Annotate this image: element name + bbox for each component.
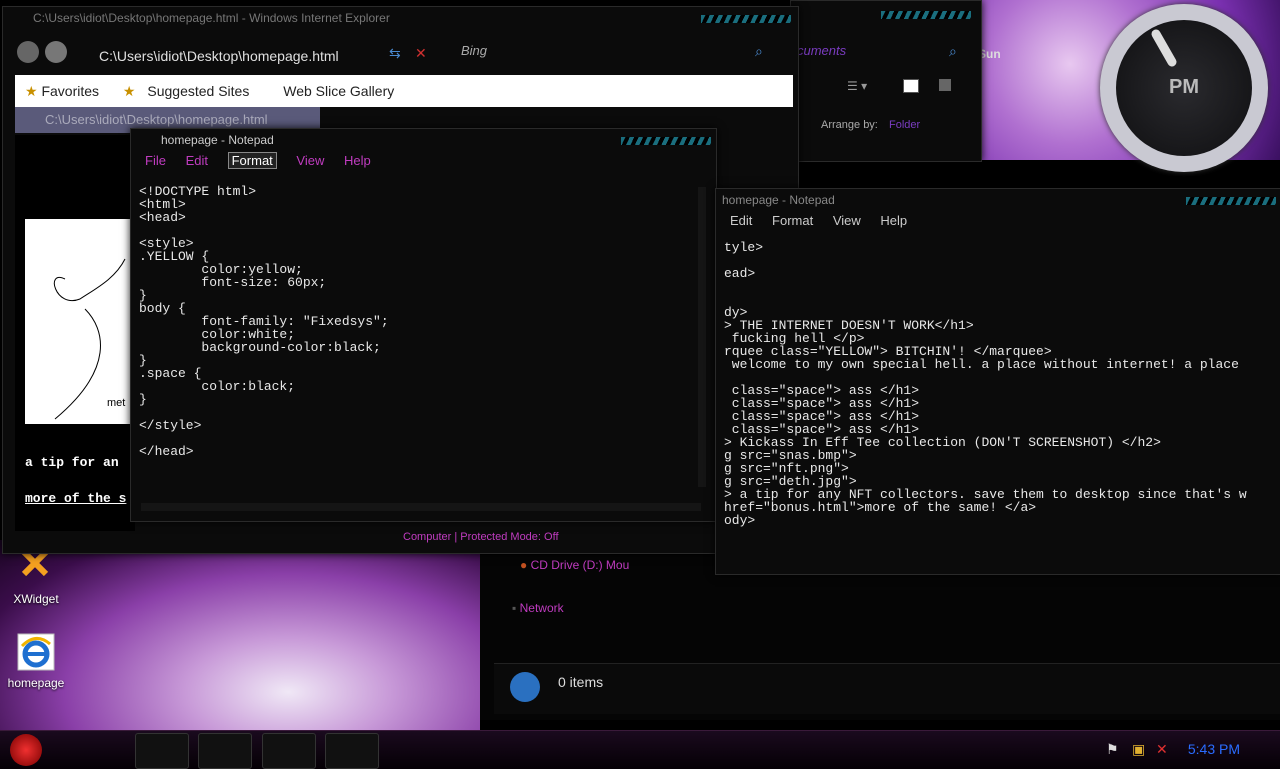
title-stripes <box>881 11 971 19</box>
favorites-button[interactable]: Favorites <box>41 83 99 99</box>
search-icon[interactable]: ⌕ <box>949 43 957 60</box>
clock-period: PM <box>1169 76 1199 98</box>
cd-drive-icon: ● <box>520 558 528 572</box>
volume-muted-icon[interactable]: ✕ <box>1156 741 1168 758</box>
notepad-menu: File Edit Format View Help <box>131 151 716 171</box>
title-stripes <box>1186 197 1276 205</box>
menu-edit[interactable]: Edit <box>186 153 208 168</box>
details-pane: 0 items <box>494 663 1280 714</box>
network-tray-icon[interactable]: ▣ <box>1132 741 1145 758</box>
menu-file[interactable]: File <box>145 153 166 168</box>
vertical-scrollbar[interactable] <box>698 187 706 487</box>
arrange-by-label: Arrange by: <box>821 119 878 131</box>
clock-face: PM <box>1116 20 1252 156</box>
desktop-icon-label: homepage <box>7 676 65 690</box>
webpage-image: met <box>25 219 135 424</box>
taskbar: ⚑ ▣ ✕ 5:43 PM <box>0 730 1280 769</box>
notepad-window-back[interactable]: homepage - Notepad Edit Format View Help… <box>715 188 1280 575</box>
search-input[interactable]: Bing <box>461 43 487 58</box>
explorer-window[interactable]: cuments ⌕ ☰ ▾ Arrange by: Folder <box>790 0 982 162</box>
sidebar-item-label: CD Drive (D:) Mou <box>530 558 630 572</box>
menu-view[interactable]: View <box>296 153 324 168</box>
menu-edit[interactable]: Edit <box>730 213 752 228</box>
address-bar[interactable]: C:\Users\idiot\Desktop\homepage.html <box>99 43 399 69</box>
desktop-icon-xwidget[interactable]: XWidget <box>4 548 68 606</box>
add-favorite-icon[interactable]: ★ <box>123 83 136 99</box>
web-slice-gallery-link[interactable]: Web Slice Gallery <box>283 83 394 99</box>
title-stripes <box>621 137 711 145</box>
folder-icon <box>510 672 540 702</box>
help-icon[interactable] <box>939 79 951 91</box>
explorer-search-text: cuments <box>797 43 847 58</box>
suggested-sites-link[interactable]: Suggested Sites <box>147 83 249 99</box>
webpage-content: met a tip for an more of the s <box>15 135 135 531</box>
refresh-icon[interactable]: ⇆ <box>389 45 401 62</box>
preview-pane-icon[interactable] <box>903 79 919 93</box>
menu-format[interactable]: Format <box>227 152 277 169</box>
sidebar-item-network[interactable]: ▪ Network <box>512 601 564 615</box>
search-icon[interactable]: ⌕ <box>755 43 763 60</box>
back-button[interactable] <box>17 41 39 63</box>
ie-icon <box>16 632 56 672</box>
items-count: 0 items <box>558 674 604 690</box>
notepad-text-area[interactable]: tyle> ead> dy> > THE INTERNET DOESN'T WO… <box>724 241 1264 541</box>
xwidget-icon <box>16 548 56 588</box>
desktop-wallpaper <box>0 540 480 730</box>
desktop-icon-homepage[interactable]: homepage <box>4 632 68 690</box>
forward-button[interactable] <box>45 41 67 63</box>
taskbar-notepad-2[interactable] <box>325 733 379 769</box>
status-bar: Computer | Protected Mode: Off <box>403 531 559 543</box>
favorites-bar: ★ Favorites ★ Suggested Sites Web Slice … <box>15 75 793 107</box>
taskbar-clock[interactable]: 5:43 PM <box>1188 741 1240 757</box>
notepad-text-area[interactable]: <!DOCTYPE html> <html> <head> <style> .Y… <box>139 185 699 495</box>
horizontal-scrollbar[interactable] <box>141 503 701 511</box>
taskbar-explorer[interactable] <box>135 733 189 769</box>
star-icon: ★ <box>25 83 38 99</box>
taskbar-ie[interactable] <box>262 733 316 769</box>
page-more-link[interactable]: more of the s <box>25 491 126 506</box>
desktop-icon-label: XWidget <box>13 592 59 606</box>
menu-help[interactable]: Help <box>880 213 907 228</box>
explorer-lower-pane[interactable]: ● CD Drive (D:) Mou ▪ Network 0 items <box>480 555 1280 720</box>
clock-gadget[interactable]: PM <box>1100 4 1268 172</box>
notepad-content: tyle> ead> dy> > THE INTERNET DOESN'T WO… <box>724 241 1247 528</box>
sidebar-item-cd-drive[interactable]: ● CD Drive (D:) Mou <box>520 558 629 572</box>
menu-help[interactable]: Help <box>344 153 371 168</box>
arrange-by-value[interactable]: Folder <box>889 119 920 131</box>
sidebar-item-label: Network <box>519 601 564 615</box>
stop-icon[interactable]: ✕ <box>415 45 427 62</box>
notepad-content: <!DOCTYPE html> <html> <head> <style> .Y… <box>139 185 389 459</box>
start-button[interactable] <box>10 734 42 766</box>
page-tip-text: a tip for an <box>25 455 119 470</box>
image-caption: met <box>107 397 126 409</box>
title-stripes <box>701 15 791 23</box>
menu-view[interactable]: View <box>833 213 861 228</box>
notepad-menu: Edit Format View Help <box>716 211 1280 231</box>
ie-title: C:\Users\idiot\Desktop\homepage.html - W… <box>33 11 390 25</box>
view-options-icon[interactable]: ☰ ▾ <box>847 79 867 93</box>
flag-icon[interactable]: ⚑ <box>1106 741 1119 758</box>
menu-format[interactable]: Format <box>772 213 813 228</box>
notepad-window[interactable]: homepage - Notepad File Edit Format View… <box>130 128 717 522</box>
network-icon: ▪ <box>512 601 517 615</box>
taskbar-notepad[interactable] <box>198 733 252 769</box>
